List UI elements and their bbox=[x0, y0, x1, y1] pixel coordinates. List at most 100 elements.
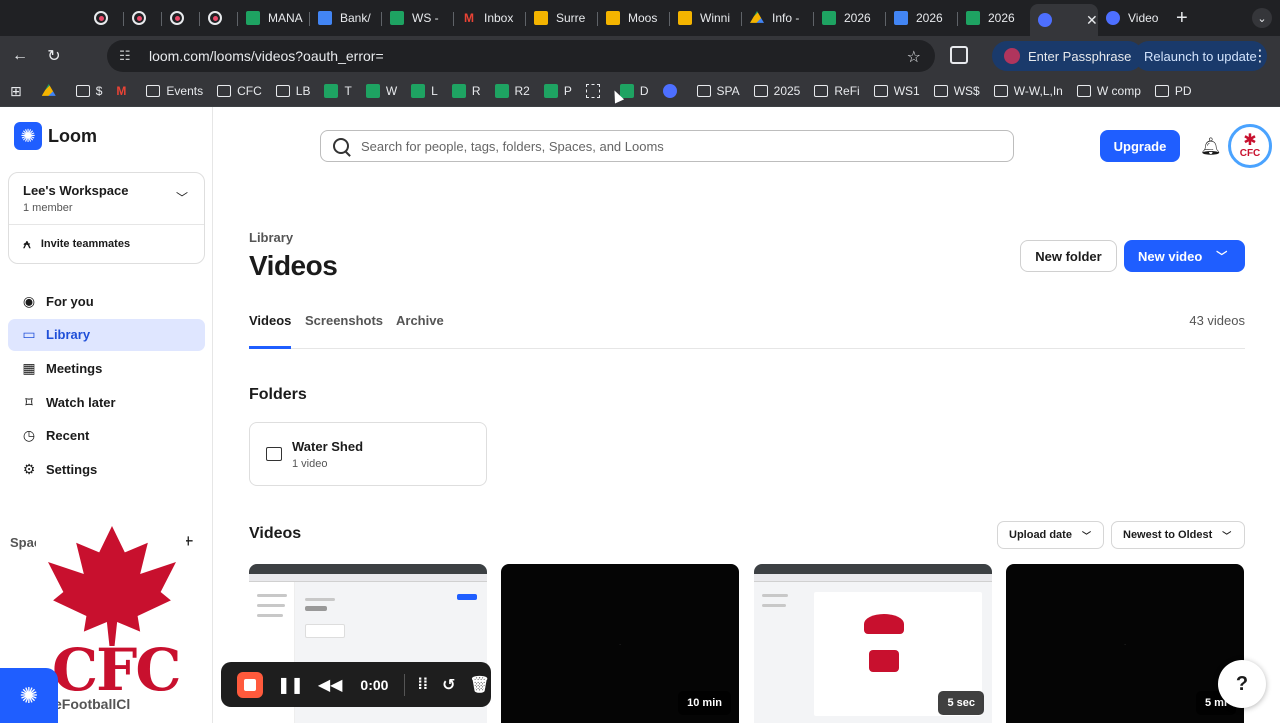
sidebar-item-recent[interactable]: ◷ Recent bbox=[8, 420, 205, 452]
restart-icon[interactable]: ↺ bbox=[442, 675, 455, 695]
drag-handle-icon[interactable]: ⁞⁞ bbox=[417, 676, 428, 694]
bookmark-item[interactable]: W-W,L,In bbox=[993, 84, 1063, 98]
browser-tab[interactable]: M Inbox bbox=[454, 3, 526, 33]
bookmark-item[interactable]: CFC bbox=[217, 84, 262, 98]
bookmark-item[interactable]: ReFi bbox=[814, 84, 860, 98]
bookmark-star-icon[interactable]: ☆ bbox=[907, 47, 921, 67]
loom-logo[interactable]: ✺ Loom bbox=[14, 122, 97, 150]
sidebar-item-meetings[interactable]: ▦ Meetings bbox=[8, 352, 205, 384]
sort-field-dropdown[interactable]: Upload date ﹀ bbox=[997, 521, 1104, 549]
upgrade-button[interactable]: Upgrade bbox=[1100, 130, 1180, 162]
browser-tab[interactable]: 2026 bbox=[814, 3, 886, 33]
record-icon bbox=[94, 11, 108, 25]
sidebar-item-library[interactable]: ▭ Library bbox=[8, 318, 205, 351]
bookmark-item[interactable]: P bbox=[543, 84, 572, 98]
bookmark-item[interactable]: M bbox=[116, 84, 132, 98]
sheets-icon bbox=[966, 11, 980, 25]
breadcrumb[interactable]: Library bbox=[249, 230, 293, 245]
chevron-down-icon[interactable]: ﹀ bbox=[176, 189, 188, 206]
sidebar-item-settings[interactable]: ⚙ Settings bbox=[8, 453, 205, 485]
extensions-icon[interactable] bbox=[950, 46, 968, 64]
browser-tab[interactable]: Surre bbox=[526, 3, 598, 33]
enter-passphrase-button[interactable]: Enter Passphrase bbox=[992, 41, 1144, 71]
browser-tab[interactable]: Moos bbox=[598, 3, 670, 33]
trash-icon[interactable]: 🗑︎ bbox=[470, 675, 490, 695]
workspace-switcher[interactable]: Lee's Workspace 1 member ﹀ ⍲ Invite team… bbox=[8, 172, 205, 264]
browser-tab[interactable]: 2026 bbox=[886, 3, 958, 33]
bell-icon[interactable]: 🔔︎ bbox=[1200, 137, 1222, 157]
bookmark-item[interactable]: $ bbox=[75, 84, 102, 98]
bookmark-item[interactable]: L bbox=[411, 84, 438, 98]
new-folder-button[interactable]: New folder bbox=[1020, 240, 1117, 272]
rewind-icon[interactable]: ◀◀ bbox=[318, 675, 343, 695]
new-tab-icon[interactable]: + bbox=[1176, 7, 1188, 30]
help-button[interactable]: ? bbox=[1218, 660, 1266, 708]
bookmark-item[interactable]: W comp bbox=[1076, 84, 1141, 98]
bookmark-item[interactable]: SPA bbox=[696, 84, 740, 98]
browser-tab[interactable] bbox=[86, 3, 124, 33]
sort-order-dropdown[interactable]: Newest to Oldest ﹀ bbox=[1111, 521, 1245, 549]
browser-tab[interactable] bbox=[200, 3, 238, 33]
sidebar-item-watch-later[interactable]: ⌑ Watch later bbox=[8, 386, 205, 418]
video-card[interactable]: 5 sec bbox=[754, 564, 992, 723]
bookmark-item[interactable]: 2025 bbox=[753, 84, 800, 98]
browser-tab[interactable]: Bank/ bbox=[310, 3, 382, 33]
close-icon[interactable]: ✕ bbox=[1086, 12, 1098, 29]
search-bar[interactable] bbox=[320, 130, 1014, 162]
tab-archive[interactable]: Archive bbox=[396, 313, 444, 328]
video-card[interactable]: · 10 min bbox=[501, 564, 739, 723]
browser-tab[interactable]: 2026 bbox=[958, 3, 1030, 33]
bookmark-label: T bbox=[344, 84, 352, 98]
folder-icon bbox=[696, 85, 711, 97]
sidebar-item-for-you[interactable]: ◉ For you bbox=[8, 285, 205, 317]
camera-bubble[interactable]: CFC eFootballCl bbox=[36, 518, 186, 723]
passphrase-label: Enter Passphrase bbox=[1028, 48, 1132, 64]
bookmark-item[interactable]: WS1 bbox=[873, 84, 920, 98]
bookmark-item[interactable] bbox=[662, 84, 683, 98]
bookmark-item[interactable]: D bbox=[619, 84, 649, 98]
stop-recording-button[interactable] bbox=[237, 671, 263, 698]
apps-grid-icon[interactable]: ⊞ bbox=[10, 83, 22, 100]
kebab-menu-icon[interactable]: ⋮ bbox=[1252, 46, 1268, 66]
back-arrow-icon[interactable]: ← bbox=[4, 40, 36, 72]
video-card[interactable]: · 5 mi bbox=[1006, 564, 1244, 723]
bookmark-item[interactable] bbox=[585, 84, 606, 98]
tab-screenshots[interactable]: Screenshots bbox=[305, 313, 383, 328]
bookmark-item[interactable]: T bbox=[324, 84, 352, 98]
site-settings-icon[interactable]: ☷ bbox=[119, 48, 135, 64]
tab-search-chevron-icon[interactable]: ⌄ bbox=[1252, 8, 1272, 28]
invite-teammates-button[interactable]: ⍲ Invite teammates bbox=[23, 236, 130, 252]
url-bar[interactable]: ☷ loom.com/looms/videos?oauth_error= ☆ bbox=[107, 40, 935, 72]
bookmark-item[interactable]: R bbox=[451, 84, 481, 98]
pause-icon[interactable]: ❚❚ bbox=[277, 675, 304, 695]
folder-card[interactable]: Water Shed 1 video bbox=[249, 422, 487, 486]
bookmark-item[interactable]: R2 bbox=[494, 84, 530, 98]
search-input[interactable] bbox=[361, 138, 981, 154]
browser-tab[interactable]: MANA bbox=[238, 3, 310, 33]
relaunch-button[interactable]: Relaunch to update bbox=[1134, 41, 1267, 71]
sidebar-nav: ◉ For you ▭ Library ▦ Meetings ⌑ Watch later… bbox=[8, 285, 205, 487]
loom-recorder-icon[interactable]: ✺ bbox=[0, 668, 58, 723]
calendar-icon: ▦ bbox=[22, 359, 36, 376]
folder-icon bbox=[146, 85, 161, 97]
new-video-button[interactable]: New video ﹀ bbox=[1124, 240, 1245, 272]
bookmark-item[interactable]: WS$ bbox=[933, 84, 980, 98]
tab-videos[interactable]: Videos bbox=[249, 313, 291, 328]
bookmark-item[interactable]: PD bbox=[1154, 84, 1192, 98]
browser-tab[interactable] bbox=[162, 3, 200, 33]
bookmark-item[interactable]: LB bbox=[275, 84, 310, 98]
browser-tab[interactable]: Video bbox=[1098, 3, 1164, 33]
browser-tab-active[interactable]: ✕ bbox=[1030, 4, 1098, 36]
browser-tab-label: Info - bbox=[772, 11, 800, 25]
browser-tab[interactable]: WS - bbox=[382, 3, 454, 33]
bookmark-label: D bbox=[639, 84, 649, 98]
reload-icon[interactable]: ↻ bbox=[38, 40, 70, 72]
browser-tab[interactable]: Winni bbox=[670, 3, 742, 33]
bookmark-item[interactable]: W bbox=[365, 84, 397, 98]
bookmark-item[interactable]: Events bbox=[146, 84, 203, 98]
browser-tab[interactable]: Info - bbox=[742, 3, 814, 33]
avatar[interactable]: ✱ CFC bbox=[1228, 124, 1272, 168]
browser-tab[interactable] bbox=[124, 3, 162, 33]
library-tabs: Videos Screenshots Archive 43 videos bbox=[249, 310, 1245, 349]
bookmark-item[interactable] bbox=[41, 84, 62, 98]
